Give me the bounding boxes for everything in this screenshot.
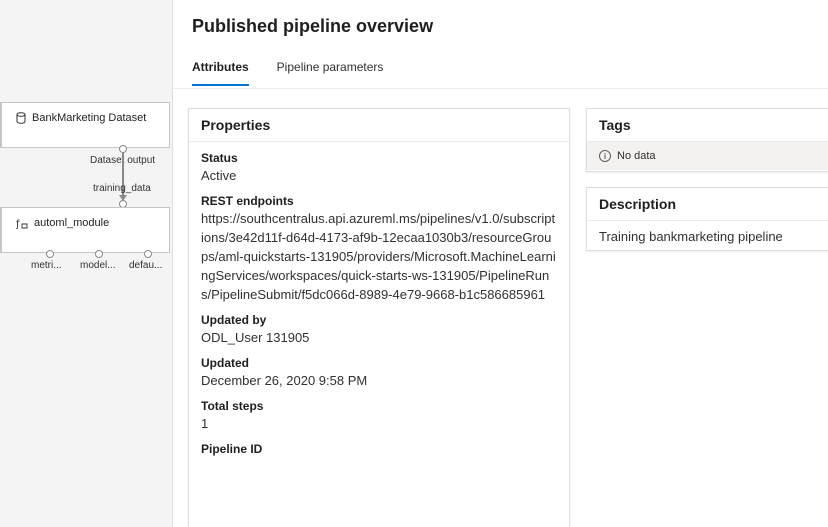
info-icon: i [599, 150, 611, 162]
properties-header: Properties [189, 109, 569, 142]
property-value: https://southcentralus.api.azureml.ms/pi… [201, 211, 556, 302]
property-total-steps: Total steps 1 [189, 398, 569, 433]
description-card: Description Training bankmarketing pipel… [586, 187, 828, 251]
training-data-label: training_data [93, 183, 151, 194]
output-port-3[interactable] [144, 250, 152, 258]
tabs-divider [173, 88, 828, 89]
output-port-label-3: defau... [129, 260, 163, 271]
pipeline-overview-panel: Published pipeline overview Attributes P… [172, 0, 828, 527]
property-status: Status Active [189, 150, 569, 185]
dataset-node-label: BankMarketing Dataset [32, 112, 147, 124]
output-port-1[interactable] [46, 250, 54, 258]
property-rest-endpoints: REST endpoints https://southcentralus.ap… [189, 193, 569, 304]
automl-node-title: ƒ automl_module [16, 217, 109, 229]
page-title: Published pipeline overview [192, 16, 434, 36]
property-value: December 26, 2020 9:58 PM [201, 373, 368, 388]
tab-attributes[interactable]: Attributes [192, 60, 249, 86]
dataset-output-port[interactable] [119, 145, 127, 153]
tab-pipeline-parameters[interactable]: Pipeline parameters [277, 60, 384, 86]
database-icon [16, 112, 26, 124]
output-port-label-2: model... [80, 260, 116, 271]
properties-card: Properties Status Active REST endpoints … [188, 108, 570, 527]
automl-node-label: automl_module [34, 217, 110, 229]
property-label: Total steps [201, 399, 264, 413]
output-port-label-1: metri... [31, 260, 62, 271]
property-value: Active [201, 168, 237, 183]
property-label: Status [201, 151, 238, 165]
property-value: 1 [201, 416, 209, 431]
pipeline-canvas[interactable]: BankMarketing Dataset Dataset output tra… [0, 0, 172, 527]
property-updated: Updated December 26, 2020 9:58 PM [189, 355, 569, 390]
property-pipeline-id: Pipeline ID [189, 441, 569, 457]
no-data-text: No data [617, 150, 656, 162]
description-header: Description [587, 188, 828, 221]
automl-node[interactable]: ƒ automl_module [0, 207, 170, 253]
tags-empty-state: i No data [587, 142, 828, 170]
property-value: ODL_User 131905 [201, 330, 310, 345]
description-text: Training bankmarketing pipeline [599, 229, 783, 244]
output-port-2[interactable] [95, 250, 103, 258]
tags-header: Tags [587, 109, 828, 142]
tab-bar: Attributes Pipeline parameters [192, 60, 383, 86]
dataset-node-title: BankMarketing Dataset [16, 112, 146, 124]
property-label: Updated by [201, 313, 267, 327]
svg-text:ƒ: ƒ [16, 219, 20, 229]
property-label: REST endpoints [201, 194, 294, 208]
tags-card: Tags i No data [586, 108, 828, 172]
property-updated-by: Updated by ODL_User 131905 [189, 312, 569, 347]
property-label: Pipeline ID [201, 442, 263, 456]
dataset-node[interactable]: BankMarketing Dataset [0, 102, 170, 148]
property-label: Updated [201, 356, 249, 370]
module-icon: ƒ [16, 219, 28, 229]
